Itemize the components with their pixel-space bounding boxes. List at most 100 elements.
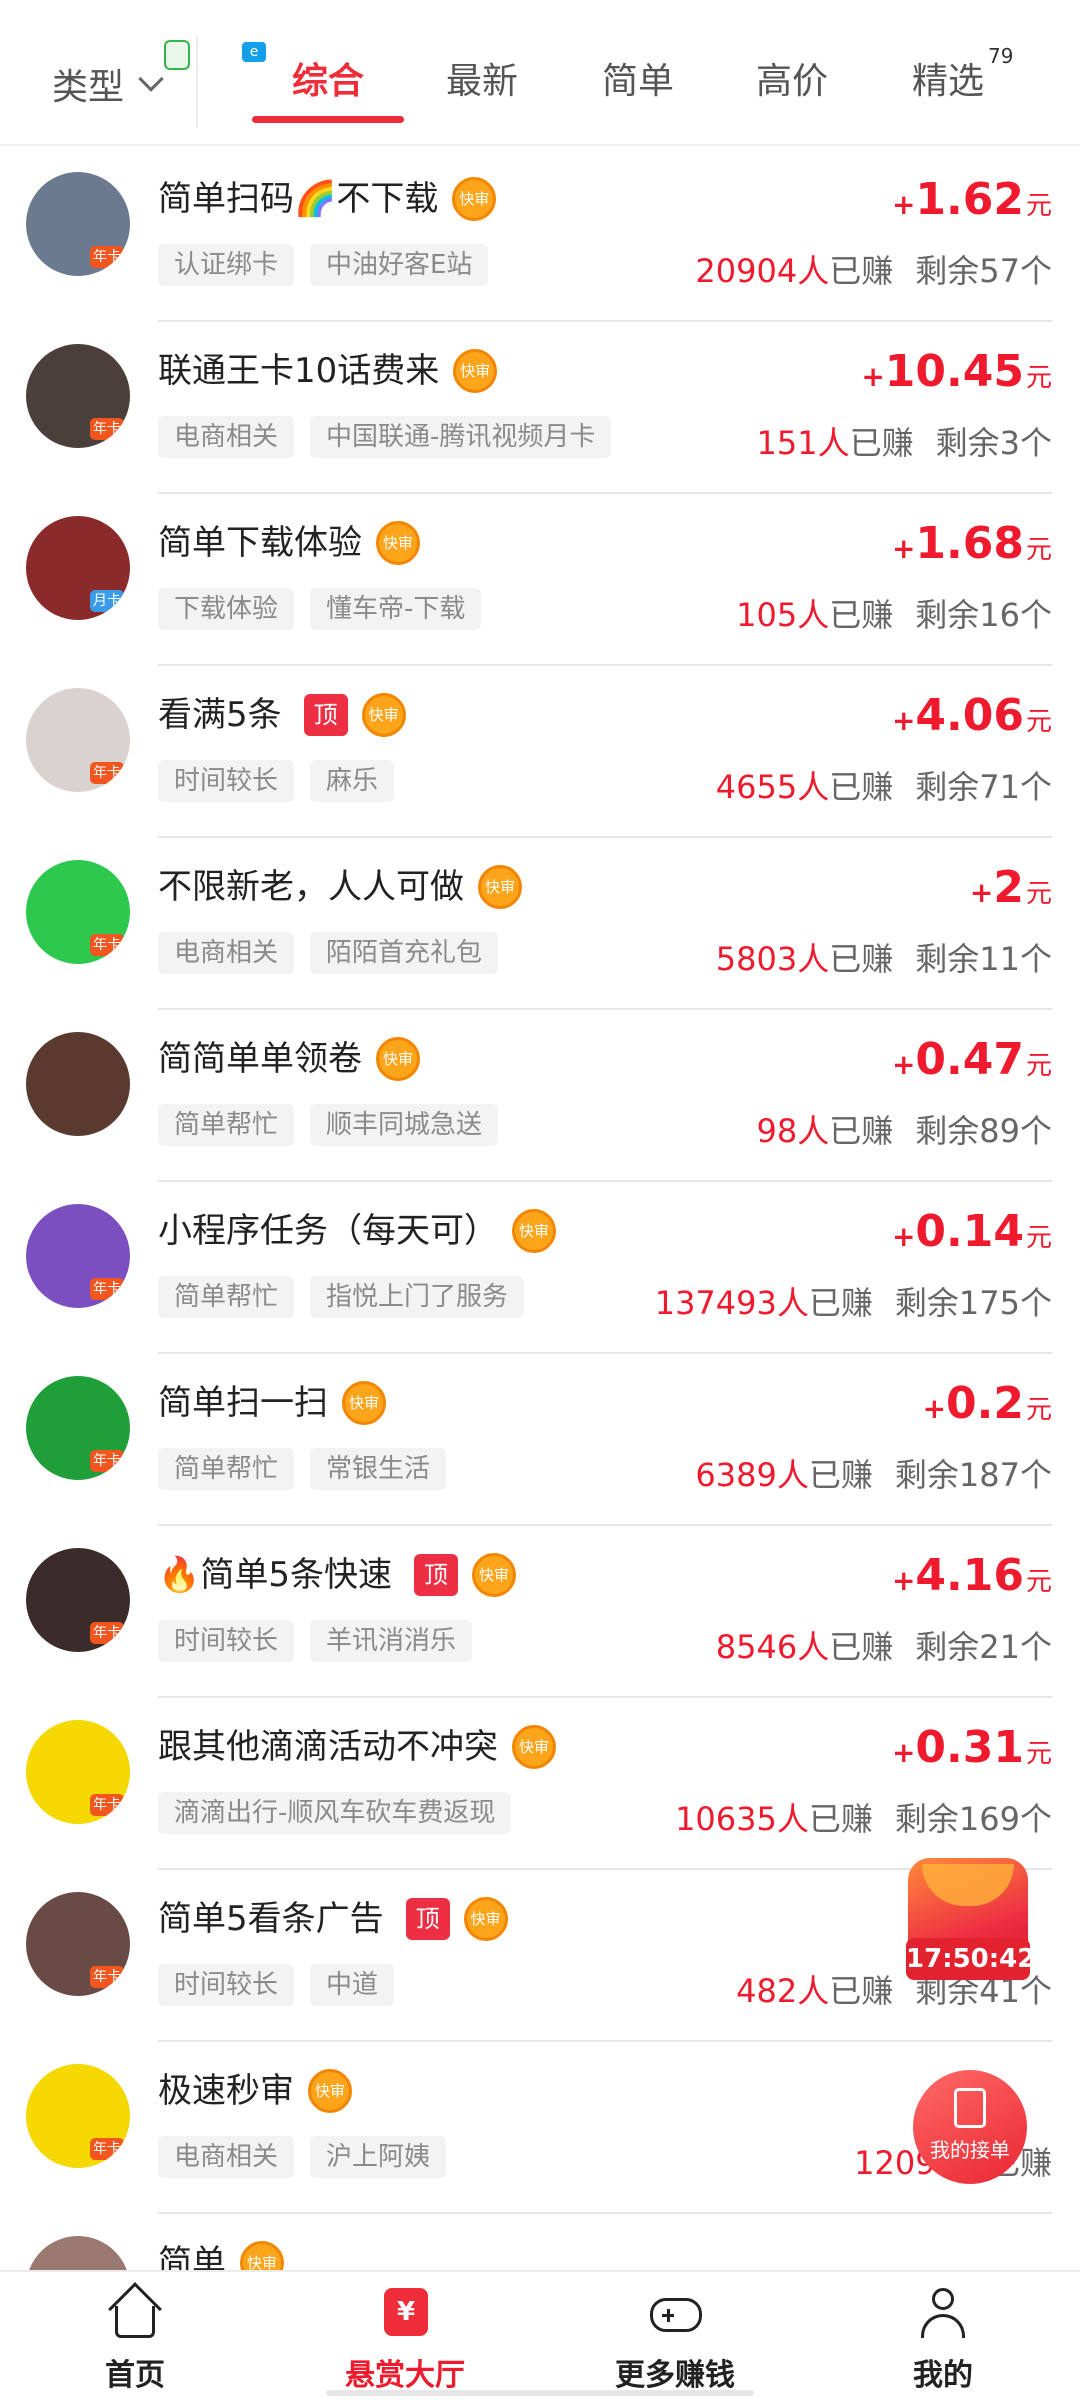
remaining-count: 剩余89个 (915, 1112, 1052, 1150)
fast-review-icon: 快审 (512, 1725, 556, 1769)
remaining-value: 175 (958, 1284, 1020, 1322)
bottom-nav: 首页 ¥ 悬赏大厅 更多赚钱 我的 (0, 2270, 1080, 2400)
task-stats: 137493人已赚 剩余175个 (655, 1278, 1052, 1322)
reward-unit: 元 (1025, 707, 1052, 737)
membership-badge: 年卡 (90, 1450, 124, 1472)
remaining-count: 剩余169个 (895, 1800, 1052, 1838)
remaining-prefix: 剩余 (915, 1112, 980, 1150)
task-tag: 滴滴出行-顺风车砍车费返现 (158, 1792, 512, 1834)
task-row[interactable]: 年卡 简单扫一扫 快审 简单帮忙 常银生活 +0.2 元 6389人已赚 剩余187个 (0, 1354, 1080, 1526)
reward-unit: 元 (1025, 191, 1052, 221)
tab-simple[interactable]: 简单 (602, 52, 674, 112)
my-orders-button[interactable]: 我的接单 (913, 2070, 1027, 2184)
fast-review-icon: 快审 (453, 349, 498, 393)
nav-more-earn[interactable]: 更多赚钱 (595, 2286, 755, 2394)
membership-badge: 年卡 (90, 934, 124, 956)
task-tag: 常银生活 (310, 1448, 447, 1490)
red-packet-widget[interactable]: 17:50:42 (906, 1858, 1035, 1980)
fast-review-icon: 快审 (471, 1553, 516, 1597)
top-tab-bar: 类型 e 综合 最新 简单 高价 精选 79 (0, 0, 1080, 146)
membership-badge: 年卡 (90, 762, 124, 784)
earned-suffix: 已赚 (829, 596, 894, 634)
task-tag: 中道 (310, 1964, 395, 2006)
earned-count: 137493人 (654, 1284, 809, 1322)
task-tag: 简单帮忙 (158, 1104, 295, 1146)
remaining-prefix: 剩余 (915, 1628, 980, 1666)
tab-high-price[interactable]: 高价 (756, 52, 828, 112)
task-row[interactable]: 年卡 看满5条顶快审 时间较长 麻乐 +4.06 元 4655人已赚 剩余71个 (0, 666, 1080, 838)
remaining-value: 3 (999, 424, 1020, 462)
fast-review-icon: 快审 (376, 521, 420, 565)
fast-review-icon: 快审 (376, 1037, 420, 1081)
remaining-prefix: 剩余 (915, 768, 980, 806)
task-title: 简单下载体验 快审 (158, 518, 420, 568)
membership-badge: 年卡 (90, 2138, 124, 2160)
membership-badge: 年卡 (90, 246, 124, 268)
reward-unit: 元 (1025, 1395, 1052, 1425)
task-title-text: 跟其他滴滴活动不冲突 (158, 1727, 498, 1767)
task-reward: +10.45 元 (861, 346, 1052, 402)
type-filter-label: 类型 (52, 67, 125, 108)
task-row[interactable]: 简简单单领卷 快审 简单帮忙 顺丰同城急送 +0.47 元 98人已赚 剩余89个 (0, 1010, 1080, 1182)
earned-suffix: 已赚 (808, 1800, 873, 1838)
remaining-value: 187 (958, 1456, 1020, 1494)
task-tag: 简单帮忙 (158, 1448, 295, 1490)
clipboard-icon (954, 2088, 986, 2128)
red-packet-timer: 17:50:42 (906, 1938, 1035, 1980)
pinned-top-tag: 顶 (405, 1898, 450, 1940)
red-packet-icon (922, 1864, 1014, 1906)
my-orders-label: 我的接单 (930, 2138, 1010, 2162)
nav-me[interactable]: 我的 (863, 2286, 1023, 2394)
membership-badge: 月卡 (90, 590, 124, 612)
task-row[interactable]: 年卡 不限新老，人人可做 快审 电商相关 陌陌首充礼包 +2 元 5803人已赚 剩余11个 (0, 838, 1080, 1010)
remaining-value: 57 (979, 252, 1020, 290)
nav-bounty-hall[interactable]: ¥ 悬赏大厅 (325, 2286, 485, 2394)
remaining-count: 剩余11个 (915, 940, 1052, 978)
earned-count: 4655人 (715, 768, 830, 806)
task-tag: 时间较长 (158, 1620, 295, 1662)
task-title: 联通王卡10话费来 快审 (158, 346, 498, 396)
reward-plus: + (891, 1048, 916, 1081)
task-stats: 5803人已赚 剩余11个 (716, 934, 1052, 978)
remaining-count: 剩余57个 (915, 252, 1052, 290)
reward-amount: 4.16 (915, 1550, 1024, 1601)
remaining-count: 剩余16个 (915, 596, 1052, 634)
reward-unit: 元 (1025, 535, 1052, 565)
reward-amount: 0.14 (915, 1206, 1024, 1257)
task-row[interactable]: 年卡 小程序任务（每天可） 快审 简单帮忙 指悦上门了服务 +0.14 元 137493人已赚… (0, 1182, 1080, 1354)
task-row[interactable]: 年卡 联通王卡10话费来 快审 电商相关 中国联通-腾讯视频月卡 +10.45 元 151人已… (0, 322, 1080, 494)
task-tag: 认证绑卡 (158, 244, 295, 286)
earned-count: 10635人 (675, 1800, 809, 1838)
remaining-prefix: 剩余 (915, 596, 980, 634)
task-title: 简简单单领卷 快审 (158, 1034, 420, 1084)
task-title: 看满5条顶快审 (158, 690, 406, 740)
earned-count: 98人 (756, 1112, 830, 1150)
type-filter[interactable]: 类型 (52, 40, 190, 114)
tab-latest[interactable]: 最新 (446, 52, 518, 112)
reward-unit: 元 (1025, 1223, 1052, 1253)
nav-home[interactable]: 首页 (55, 2282, 215, 2394)
tab-featured[interactable]: 精选 (912, 52, 984, 112)
remaining-count: 剩余71个 (915, 768, 1052, 806)
chevron-down-icon (138, 66, 164, 92)
gamepad-icon (648, 2286, 702, 2340)
task-row[interactable]: 年卡 简单扫码🌈不下载 快审 认证绑卡 中油好客E站 +1.62 元 20904人已赚 剩余57… (0, 150, 1080, 322)
earned-suffix: 已赚 (829, 1628, 894, 1666)
task-title: 跟其他滴滴活动不冲突 快审 (158, 1722, 556, 1772)
remaining-suffix: 个 (1019, 596, 1052, 634)
task-tag: 懂车帝-下载 (310, 588, 482, 630)
task-tag: 电商相关 (158, 932, 295, 974)
reward-plus: + (922, 1392, 947, 1425)
remaining-prefix: 剩余 (935, 424, 1000, 462)
task-title: 简单5看条广告顶快审 (158, 1894, 508, 1944)
task-avatar: 年卡 (26, 172, 130, 276)
task-row[interactable]: 年卡 🔥简单5条快速顶快审 时间较长 羊讯消消乐 +4.16 元 8546人已赚 剩余21个 (0, 1526, 1080, 1698)
remaining-suffix: 个 (1019, 1628, 1052, 1666)
user-icon (916, 2286, 970, 2340)
tab-comprehensive[interactable]: 综合 (292, 52, 364, 112)
remaining-suffix: 个 (1019, 1284, 1052, 1322)
reward-amount: 4.06 (915, 690, 1024, 741)
task-row[interactable]: 年卡 跟其他滴滴活动不冲突 快审 滴滴出行-顺风车砍车费返现 +0.31 元 10635人已… (0, 1698, 1080, 1870)
task-reward: +4.06 元 (892, 690, 1052, 746)
task-row[interactable]: 月卡 简单下载体验 快审 下载体验 懂车帝-下载 +1.68 元 105人已赚 剩余16个 (0, 494, 1080, 666)
